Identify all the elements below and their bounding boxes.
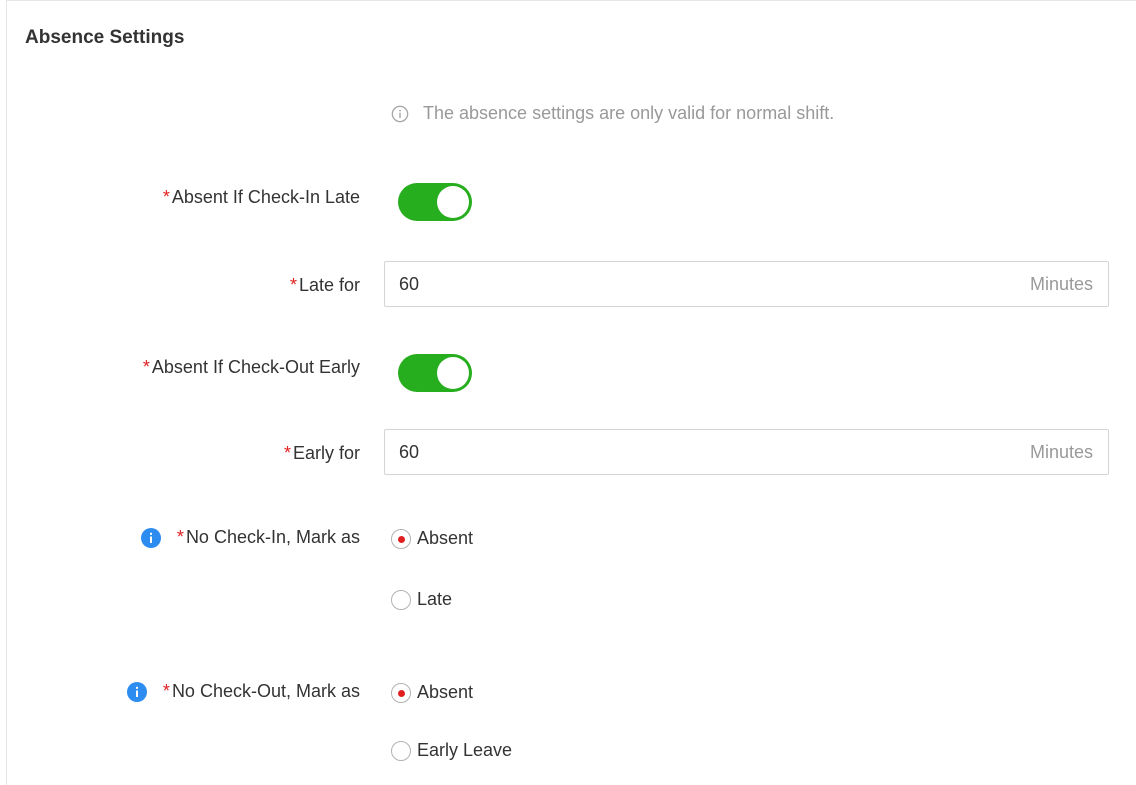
radio-checked-icon <box>391 682 411 703</box>
early-for-field: Minutes <box>384 429 1109 475</box>
radio-checked-icon <box>391 528 411 549</box>
absence-settings-panel: Absence Settings The absence settings ar… <box>6 0 1136 785</box>
no-checkout-radio-early-leave[interactable]: Early Leave <box>391 740 512 761</box>
late-for-field: Minutes <box>384 261 1109 307</box>
absent-if-checkin-late-text: Absent If Check-In Late <box>171 187 360 207</box>
absence-tip: The absence settings are only valid for … <box>391 103 834 124</box>
radio-label: Late <box>417 589 453 609</box>
late-for-label: * Late for <box>290 275 360 296</box>
radio-unchecked-icon <box>391 740 411 761</box>
required-mark: * <box>176 527 184 547</box>
section-title: Absence Settings <box>25 27 185 48</box>
info-filled-icon[interactable] <box>140 527 161 548</box>
early-for-text: Early for <box>292 443 360 463</box>
early-for-suffix: Minutes <box>1029 441 1093 462</box>
absent-if-checkout-early-toggle[interactable] <box>398 354 472 392</box>
no-checkout-mark-as-text: No Check-Out, Mark as <box>171 681 360 701</box>
required-mark: * <box>283 443 291 463</box>
absent-if-checkin-late-label: * Absent If Check-In Late <box>163 187 360 208</box>
required-mark: * <box>142 357 150 377</box>
no-checkin-mark-as-label: * No Check-In, Mark as <box>140 527 360 548</box>
no-checkin-mark-as-text: No Check-In, Mark as <box>185 527 360 547</box>
required-mark: * <box>162 681 170 701</box>
absent-if-checkin-late-toggle[interactable] <box>398 183 472 221</box>
info-filled-icon[interactable] <box>126 681 147 702</box>
late-for-input[interactable] <box>385 261 1030 307</box>
absent-if-checkout-early-label: * Absent If Check-Out Early <box>143 357 360 378</box>
no-checkin-radio-absent[interactable]: Absent <box>391 528 473 549</box>
early-for-input[interactable] <box>385 429 1030 475</box>
required-mark: * <box>289 275 297 295</box>
no-checkout-mark-as-label: * No Check-Out, Mark as <box>126 681 360 702</box>
no-checkin-radio-late[interactable]: Late <box>391 589 452 610</box>
required-mark: * <box>162 187 170 207</box>
radio-label: Absent <box>417 528 474 548</box>
radio-label: Absent <box>417 682 474 702</box>
toggle-knob <box>437 357 469 389</box>
toggle-knob <box>437 186 469 218</box>
radio-unchecked-icon <box>391 589 411 610</box>
late-for-text: Late for <box>298 275 360 295</box>
radio-label: Early Leave <box>417 740 513 760</box>
early-for-label: * Early for <box>284 443 360 464</box>
no-checkout-radio-absent[interactable]: Absent <box>391 682 473 703</box>
info-outline-icon <box>391 105 409 122</box>
late-for-suffix: Minutes <box>1029 273 1093 294</box>
tip-text: The absence settings are only valid for … <box>423 103 835 123</box>
absent-if-checkout-early-text: Absent If Check-Out Early <box>151 357 360 377</box>
